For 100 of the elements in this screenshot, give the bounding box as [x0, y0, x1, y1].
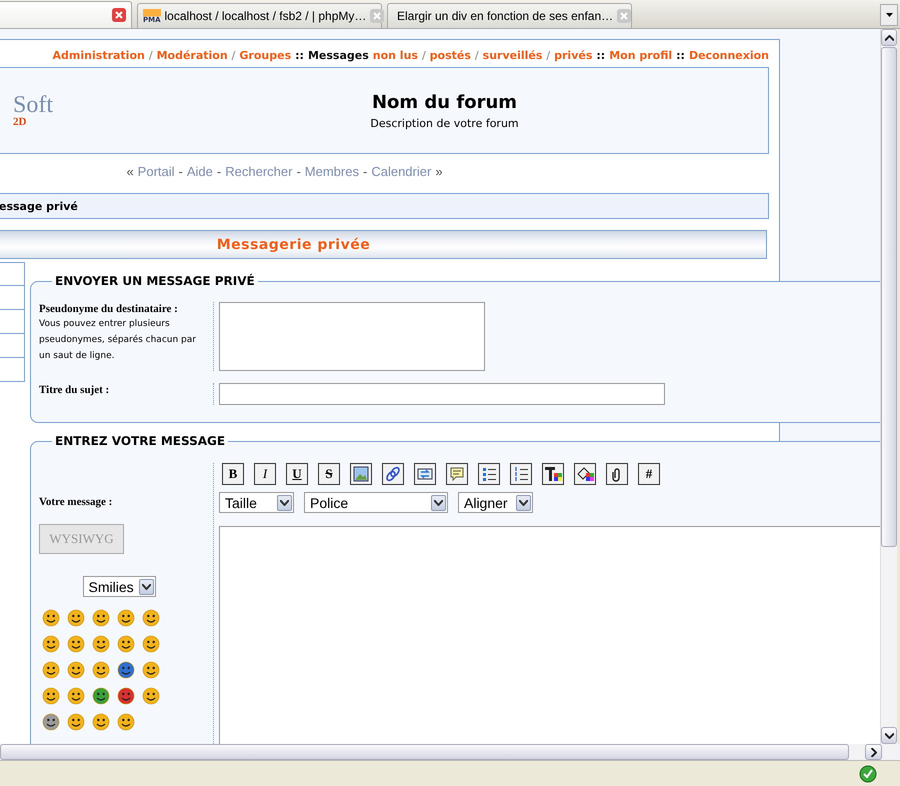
attachment-button[interactable] — [606, 463, 628, 486]
section-title: ENVOYER UN MESSAGE PRIVÉ — [54, 273, 256, 290]
section-title: ENTREZ VOTRE MESSAGE — [54, 433, 226, 450]
check-icon — [859, 764, 877, 783]
menu-link[interactable]: privés — [554, 49, 592, 64]
smiley-icon[interactable] — [117, 635, 135, 654]
forum-logo: Soft 2D — [13, 93, 54, 128]
italic-button[interactable]: I — [254, 463, 276, 486]
link-button[interactable] — [382, 463, 404, 486]
browser-tab[interactable] — [0, 1, 132, 28]
nav-link[interactable]: Membres — [304, 164, 359, 180]
nav-separator: - — [296, 164, 301, 180]
nav-separator: » — [435, 164, 443, 180]
smiley-icon[interactable] — [67, 609, 85, 628]
speech-bubble-icon — [449, 466, 465, 482]
forum-title: Nom du forum — [372, 92, 518, 113]
nav-link[interactable]: Portail — [138, 164, 175, 180]
smiley-icon[interactable] — [142, 609, 160, 628]
paint-bucket-icon — [576, 466, 594, 482]
browser-tab[interactable]: Elargir un div en fonction de ses enfan… — [387, 3, 632, 28]
numbered-list-icon — [513, 466, 529, 482]
smiley-icon[interactable] — [67, 687, 85, 706]
tab-list-button[interactable] — [880, 4, 898, 26]
message-field[interactable] — [219, 526, 880, 744]
smiley-icon[interactable] — [92, 609, 110, 628]
smiley-icon[interactable] — [92, 713, 110, 732]
smiley-icon[interactable] — [67, 661, 85, 680]
nav-link[interactable]: Aide — [186, 164, 213, 180]
smiley-icon[interactable] — [142, 635, 160, 654]
smiley-icon[interactable] — [92, 687, 110, 706]
smiley-icon[interactable] — [117, 687, 135, 706]
menu-link[interactable]: non lus — [372, 49, 418, 64]
scroll-up-icon[interactable] — [881, 29, 897, 46]
text-color-icon — [544, 466, 562, 482]
underline-button[interactable]: U — [286, 463, 308, 486]
tab-title: localhost / localhost / fsb2 / | phpMy… — [164, 9, 366, 24]
strikethrough-button[interactable]: S — [318, 463, 340, 486]
scroll-down-icon[interactable] — [881, 727, 897, 744]
smiley-icon[interactable] — [142, 687, 160, 706]
menu-link[interactable]: Modération — [156, 49, 228, 64]
numbered-list-button[interactable] — [510, 463, 532, 486]
page-title: Messagerie privée — [216, 236, 370, 253]
menu-separator: / — [148, 49, 153, 64]
text-color-button[interactable] — [542, 463, 564, 486]
nav-separator: « — [126, 164, 134, 180]
picture-icon — [353, 466, 369, 482]
smiley-icon[interactable] — [92, 661, 110, 680]
menu-separator: / — [422, 49, 426, 64]
nav-link[interactable]: Rechercher — [225, 164, 292, 180]
smilies-dropdown[interactable]: Smilies — [82, 576, 156, 598]
menu-link[interactable]: postés — [430, 49, 471, 64]
format-dropdown[interactable]: Aligner — [458, 492, 533, 514]
smiley-icon[interactable] — [117, 661, 135, 680]
menu-link[interactable]: Administration — [52, 49, 145, 64]
swap-arrows-icon — [417, 466, 433, 482]
smiley-icon[interactable] — [42, 661, 60, 680]
code-button[interactable]: # — [638, 463, 660, 486]
smiley-icon[interactable] — [67, 635, 85, 654]
quote-button[interactable] — [446, 463, 468, 486]
recipient-field[interactable] — [219, 302, 485, 372]
swap-button[interactable] — [414, 463, 436, 486]
image-button[interactable] — [350, 463, 372, 486]
menu-separator: / — [232, 49, 236, 64]
subject-field[interactable] — [219, 383, 665, 406]
field-help-text: Vous pouvez entrer plusieurs pseudonymes, séparés chacun par un saut de ligne. — [39, 318, 197, 364]
nav-separator: - — [216, 164, 222, 180]
smiley-icon[interactable] — [42, 713, 60, 732]
scroll-thumb[interactable] — [881, 47, 897, 548]
close-icon[interactable] — [112, 8, 126, 22]
menu-separator: / — [474, 49, 479, 64]
smiley-icon[interactable] — [67, 713, 85, 732]
nav-separator: - — [362, 164, 368, 180]
bullet-list-icon — [481, 466, 497, 482]
vertical-scrollbar[interactable] — [880, 29, 897, 744]
smiley-icon[interactable] — [117, 713, 135, 732]
chain-link-icon — [385, 466, 401, 482]
field-label: Pseudonyme du destinataire : — [39, 302, 179, 316]
format-dropdown[interactable]: Taille — [219, 492, 294, 514]
menu-separator: :: — [676, 49, 685, 64]
smiley-icon[interactable] — [42, 687, 60, 706]
smiley-icon[interactable] — [92, 635, 110, 654]
bold-button[interactable]: B — [222, 463, 244, 486]
fill-color-button[interactable] — [574, 463, 596, 486]
field-label: Titre du sujet : — [39, 383, 110, 398]
nav-link[interactable]: Calendrier — [371, 164, 432, 180]
field-label: Votre message : — [39, 495, 114, 510]
menu-link[interactable]: surveillés — [482, 49, 542, 64]
tab-title: Elargir un div en fonction de ses enfan… — [397, 9, 614, 24]
bullet-list-button[interactable] — [478, 463, 500, 486]
smiley-icon[interactable] — [42, 609, 60, 628]
smiley-icon[interactable] — [42, 635, 60, 654]
format-dropdown[interactable]: Police — [304, 492, 448, 514]
menu-separator: :: — [295, 49, 304, 64]
smiley-icon[interactable] — [117, 609, 135, 628]
nav-separator: - — [178, 164, 183, 180]
smiley-icon[interactable] — [142, 661, 160, 680]
menu-link[interactable]: Groupes — [239, 49, 292, 64]
menu-link[interactable]: Mon profil — [609, 49, 672, 64]
menu-link[interactable]: Deconnexion — [688, 49, 769, 64]
scroll-right-icon[interactable] — [865, 744, 882, 760]
